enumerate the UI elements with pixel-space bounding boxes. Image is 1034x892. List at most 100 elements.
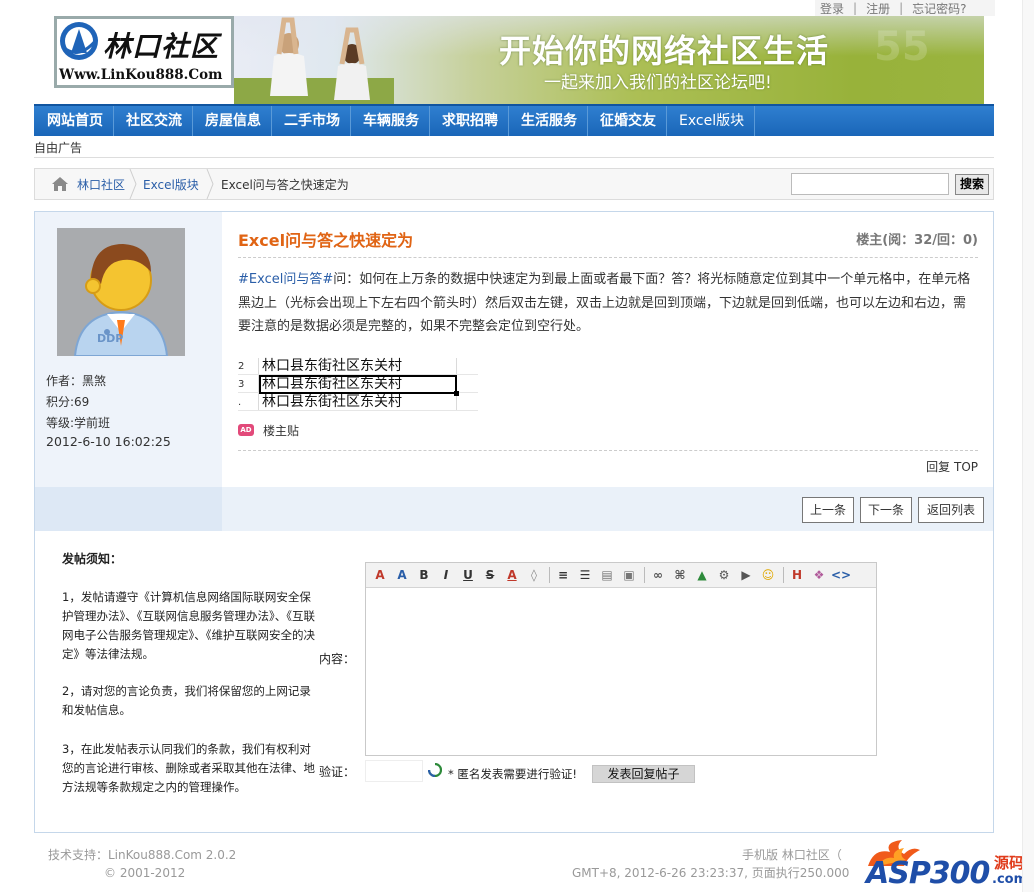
excel-screenshot: 2 林口县东街社区东关村 3 林口县东街社区东关村 . 林口县东街社区东关村: [238, 358, 478, 411]
scrollbar[interactable]: [1022, 0, 1034, 892]
unlink-icon[interactable]: ⌘: [670, 566, 690, 584]
toolbar-separator: [549, 567, 550, 583]
selected-cell-border: [259, 375, 459, 396]
nav-item-jobs[interactable]: 求职招聘: [430, 106, 509, 136]
breadcrumb-item-board[interactable]: Excel版块: [143, 176, 199, 193]
media-icon[interactable]: ▶: [736, 566, 756, 584]
toolbar-separator: [783, 567, 784, 583]
excel-row: 2 林口县东街社区东关村: [238, 358, 478, 375]
svg-text:DDP: DDP: [97, 332, 123, 345]
font-family-icon[interactable]: A: [370, 566, 390, 584]
banner-watermark: 55: [874, 24, 930, 70]
row-number: 3: [238, 379, 245, 390]
row-number: 2: [238, 361, 245, 372]
post-text: 问：如何在上万条的数据中快速定为到最上面或者最下面？答？将光标随意定位到其中一个…: [238, 272, 971, 334]
nav-item-second-hand[interactable]: 二手市场: [272, 106, 351, 136]
quote-icon[interactable]: ❖: [809, 566, 829, 584]
refresh-captcha-icon[interactable]: [428, 763, 442, 777]
nav-item-community[interactable]: 社区交流: [114, 106, 193, 136]
nav-item-vehicles[interactable]: 车辆服务: [351, 106, 430, 136]
verify-input[interactable]: [365, 760, 423, 782]
banner-slogan: 开始你的网络社区生活: [499, 32, 830, 70]
fill-handle: [454, 391, 459, 396]
rule-3: 3，在此发帖表示认同我们的条款，我们有权利对您的言论进行审核、删除或者采取其他在…: [62, 742, 315, 794]
underline-icon[interactable]: U: [458, 566, 478, 584]
breadcrumb: 林口社区 Excel版块 Excel问与答之快速定为 搜索: [34, 168, 994, 200]
link-icon[interactable]: ∞: [648, 566, 668, 584]
image-box-icon[interactable]: ▣: [619, 566, 639, 584]
footer-mobile-link[interactable]: 手机版 林口社区（: [742, 846, 842, 863]
nav-item-housing[interactable]: 房屋信息: [193, 106, 272, 136]
search-input[interactable]: [791, 173, 949, 195]
content-editor[interactable]: [365, 562, 877, 756]
main-nav: 网站首页 社区交流 房屋信息 二手市场 车辆服务 求职招聘 生活服务 征婚交友 …: [34, 104, 994, 136]
html-icon[interactable]: H: [787, 566, 807, 584]
register-link[interactable]: 注册: [861, 0, 895, 17]
eraser-icon[interactable]: ◊: [524, 566, 544, 584]
align-icon[interactable]: ≡: [553, 566, 573, 584]
cell-value: 林口县东街社区东关村: [262, 358, 402, 374]
rule-2: 2，请对您的言论负责，我们将保留您的上网记录和发帖信息。: [62, 684, 311, 717]
asp300-logo-sub: 源码: [994, 854, 1025, 872]
verify-note: * 匿名发表需要进行验证!: [448, 767, 578, 781]
header-banner: 55 开始你的网络社区生活 一起来加入我们的社区论坛吧!: [234, 16, 984, 104]
breadcrumb-item-current: Excel问与答之快速定为: [221, 178, 349, 192]
post-stats: 楼主(阅：32/回：0): [856, 233, 978, 248]
search-button[interactable]: 搜索: [955, 174, 989, 195]
content-label: 内容：: [319, 652, 356, 666]
home-icon[interactable]: [51, 176, 69, 192]
list-icon[interactable]: ☰: [575, 566, 595, 584]
strikethrough-icon[interactable]: S: [480, 566, 500, 584]
nav-item-life[interactable]: 生活服务: [509, 106, 588, 136]
avatar[interactable]: DDP: [57, 228, 185, 356]
divider: [238, 257, 978, 258]
back-to-list-button[interactable]: 返回列表: [918, 497, 984, 523]
font-size-icon[interactable]: A: [392, 566, 412, 584]
post-tag[interactable]: #Excel问与答#: [238, 272, 333, 287]
flash-icon[interactable]: ⚙: [714, 566, 734, 584]
toolbar-separator: [644, 567, 645, 583]
author-name[interactable]: 作者：黑煞: [46, 372, 106, 389]
post-title: Excel问与答之快速定为: [238, 231, 414, 250]
post-date: 2012-6-10 16:02:25: [46, 434, 171, 449]
footer-support: 技术支持：LinKou888.Com 2.0.2: [48, 848, 237, 862]
source-code-icon[interactable]: <>: [831, 566, 851, 584]
logo-url: Www.LinKou888.Com: [59, 67, 223, 83]
footer-copyright: © 2001-2012: [104, 866, 186, 880]
breadcrumb-item-community[interactable]: 林口社区: [77, 176, 125, 193]
asp300-logo-text: ASP300: [866, 856, 990, 891]
editor-toolbar: A A B I U S A ◊ ≡ ☰ ▤ ▣ ∞ ⌘ ▲ ⚙ ▶ ☺ H ❖ …: [366, 563, 876, 588]
nav-item-home[interactable]: 网站首页: [34, 106, 114, 136]
nav-item-excel[interactable]: Excel版块: [667, 106, 756, 136]
row-number: .: [238, 397, 242, 408]
login-link[interactable]: 登录: [815, 0, 849, 17]
breadcrumb-separator-icon: [206, 169, 214, 199]
forgot-password-link[interactable]: 忘记密码?: [907, 0, 971, 17]
user-avatar-icon: DDP: [57, 228, 185, 356]
next-button[interactable]: 下一条: [860, 497, 912, 523]
nav-item-dating[interactable]: 征婚交友: [588, 106, 667, 136]
yoga-people-illustration: [234, 17, 394, 104]
font-color-icon[interactable]: A: [502, 566, 522, 584]
italic-icon[interactable]: I: [436, 566, 456, 584]
pager-bar-left: [35, 487, 222, 531]
cell-value: 林口县东街社区东关村: [262, 394, 402, 410]
table-icon[interactable]: ▤: [597, 566, 617, 584]
author-points: 积分:69: [46, 395, 90, 409]
divider: |: [899, 1, 904, 15]
free-ad-label[interactable]: 自由广告: [34, 138, 994, 158]
prev-button[interactable]: 上一条: [802, 497, 854, 523]
emoticon-icon[interactable]: ☺: [758, 566, 778, 584]
excel-row: . 林口县东街社区东关村: [238, 394, 478, 411]
site-logo[interactable]: 林口社区 Www.LinKou888.Com: [54, 16, 234, 88]
upload-image-icon[interactable]: ▲: [692, 566, 712, 584]
asp300-logo: ASP300 源码 .com: [862, 838, 1034, 892]
banner-subslogan: 一起来加入我们的社区论坛吧!: [544, 73, 772, 93]
submit-reply-button[interactable]: 发表回复帖子: [592, 765, 695, 783]
ad-badge-icon: AD: [238, 424, 254, 436]
bold-icon[interactable]: B: [414, 566, 434, 584]
reply-top-links[interactable]: 回复 TOP: [900, 458, 978, 475]
rules-title: 发帖须知：: [62, 552, 123, 566]
divider: |: [853, 1, 858, 15]
post-body: #Excel问与答#问：如何在上万条的数据中快速定为到最上面或者最下面？答？将光…: [238, 268, 978, 339]
